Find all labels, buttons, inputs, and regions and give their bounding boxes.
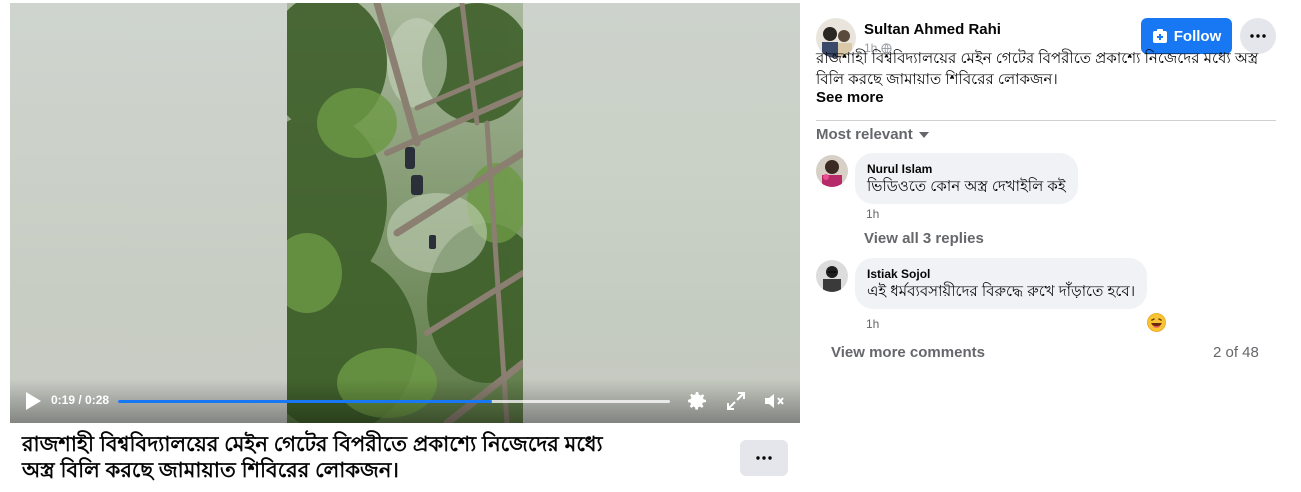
comment-sort-dropdown[interactable]: Most relevant <box>816 126 929 143</box>
comment-time[interactable]: 1h <box>866 207 879 221</box>
video-blur-left <box>10 3 287 423</box>
view-more-comments-link[interactable]: View more comments <box>831 344 985 361</box>
video-title-line1: রাজশাহী বিশ্ববিদ্যালয়ের মেইন গেটের বিপর… <box>22 433 603 456</box>
more-dots-icon <box>756 456 772 460</box>
forest-scene <box>287 3 523 423</box>
see-more-link[interactable]: See more <box>816 89 884 106</box>
follow-plus-icon <box>1152 29 1167 43</box>
comment-count: 2 of 48 <box>1213 344 1259 361</box>
play-icon[interactable] <box>24 391 42 411</box>
author-name[interactable]: Sultan Ahmed Rahi <box>864 21 1001 38</box>
comment-text: এই ধর্মব্যবসায়ীদের বিরুদ্ধে রুখে দাঁড়া… <box>867 283 1136 300</box>
more-dots-icon <box>1250 34 1266 38</box>
post-text: রাজশাহী বিশ্ববিদ্যালয়ের মেইন গেটের বিপর… <box>816 50 1259 88</box>
comment-time[interactable]: 1h <box>866 317 879 331</box>
video-controls: 0:19 / 0:28 <box>10 379 800 423</box>
muted-volume-icon[interactable] <box>762 389 786 413</box>
commenter-name[interactable]: Istiak Sojol <box>867 266 1135 282</box>
video-title-line2: অস্ত্র বিলি করছে জামায়াত শিবিরের লোকজন। <box>22 459 399 482</box>
commenter-avatar[interactable] <box>816 260 848 292</box>
comment-bubble: Nurul Islam ভিডিওতে কোন অস্ত্র দেখাইলি ক… <box>855 153 1078 204</box>
video-player[interactable]: 0:19 / 0:28 <box>10 3 800 423</box>
video-progress-fill <box>118 400 493 403</box>
laughing-emoji-icon[interactable] <box>1147 313 1166 332</box>
divider <box>816 120 1276 121</box>
comment-sort-label: Most relevant <box>816 126 913 143</box>
settings-gear-icon[interactable] <box>685 389 709 413</box>
commenter-avatar[interactable] <box>816 155 848 187</box>
video-progress-bar[interactable] <box>118 400 670 403</box>
follow-label: Follow <box>1173 27 1222 45</box>
commenter-name[interactable]: Nurul Islam <box>867 161 1066 177</box>
caret-down-icon <box>918 131 929 138</box>
video-blur-right <box>523 3 800 423</box>
comment-bubble: Istiak Sojol এই ধর্মব্যবসায়ীদের বিরুদ্ধ… <box>855 258 1148 309</box>
video-title: রাজশাহী বিশ্ববিদ্যালয়ের মেইন গেটের বিপর… <box>22 432 722 484</box>
fullscreen-icon[interactable] <box>724 389 748 413</box>
comment-text: ভিডিওতে কোন অস্ত্র দেখাইলি কই <box>867 178 1066 195</box>
video-more-options-button[interactable] <box>740 440 788 476</box>
view-replies-link[interactable]: View all 3 replies <box>864 230 984 247</box>
video-time: 0:19 / 0:28 <box>51 393 110 407</box>
video-frame <box>287 3 523 423</box>
post-viewer: 0:19 / 0:28 রাজশাহী বিশ্ববিদ্যালয়ের মেই… <box>0 0 1301 492</box>
